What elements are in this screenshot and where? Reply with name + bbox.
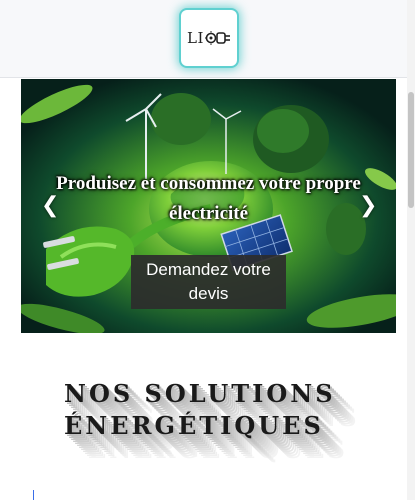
chevron-left-icon[interactable]: ❮	[41, 195, 59, 217]
chevron-right-icon[interactable]: ❯	[359, 195, 377, 217]
section-title-line2: ÉNERGÉTIQUES	[64, 411, 324, 440]
logo-mark: LI	[187, 29, 231, 47]
page-scrollbar[interactable]	[407, 0, 415, 500]
logo-text: LI	[187, 29, 204, 47]
hero-carousel: Produisez et consommez votre propre élec…	[21, 79, 396, 333]
section-title-line1: NOS SOLUTIONS	[64, 379, 336, 408]
site-logo[interactable]: LI	[181, 10, 237, 66]
section-title: NOS SOLUTIONS ÉNERGÉTIQUES	[64, 378, 344, 442]
scrollbar-thumb[interactable]	[408, 92, 414, 208]
request-quote-button[interactable]: Demandez votre devis	[131, 255, 286, 309]
plug-icon	[204, 31, 230, 45]
carousel-caption: Produisez et consommez votre propre élec…	[56, 173, 361, 224]
content-divider	[33, 490, 34, 500]
site-header: LI	[0, 0, 415, 78]
